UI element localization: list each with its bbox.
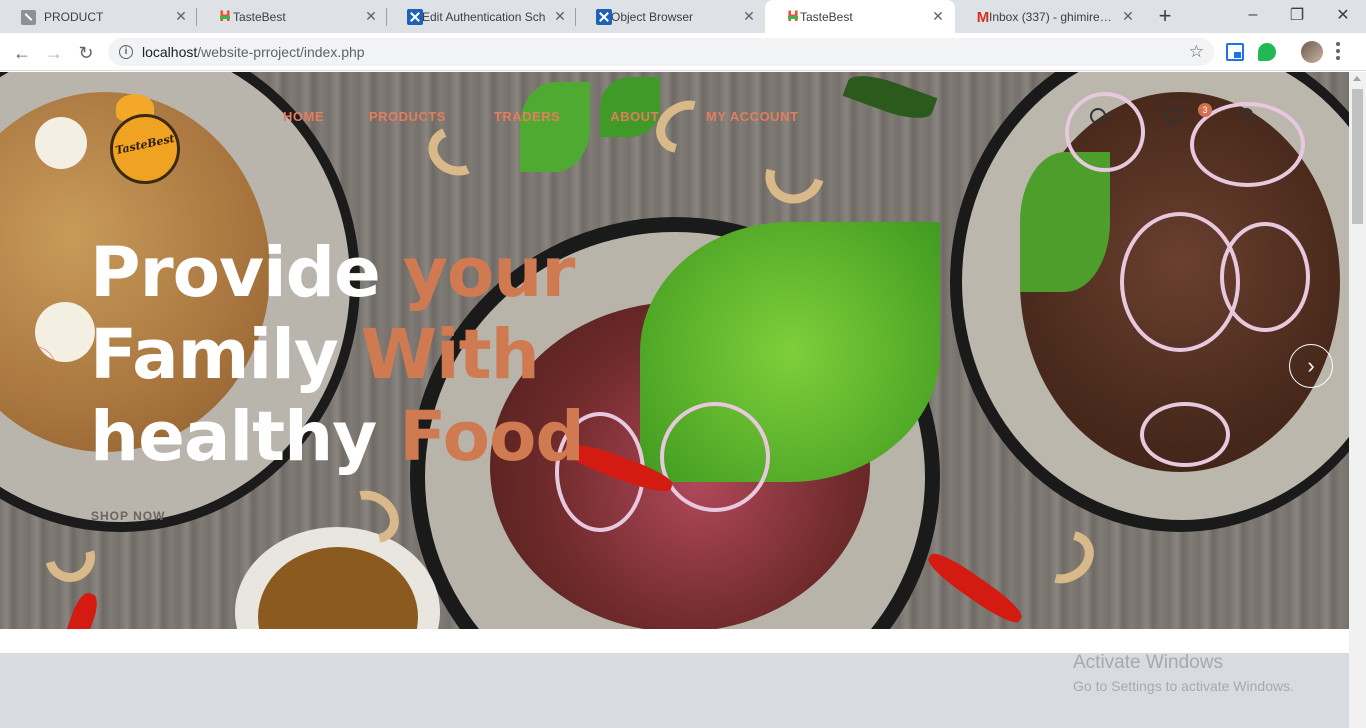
tab-close-icon[interactable]: ✕ [173,8,189,24]
tastebest-logo[interactable]: TasteBest [110,94,180,184]
apex-favicon-icon [407,9,423,25]
tab-label: Edit Authentication Sch [422,9,546,24]
tab-close-icon[interactable]: ✕ [741,8,757,24]
hero-slider: TasteBest HOME PRODUCTS TRADERS ABOUT MY… [0,72,1349,629]
scrollbar-thumb[interactable] [1352,89,1363,224]
scroll-up-arrow-icon[interactable] [1353,76,1361,81]
address-bar[interactable]: i localhost/website-prroject/index.php ☆ [108,38,1214,66]
onion-ring-image [1220,222,1310,332]
cashew-image [421,118,491,184]
forward-arrow-icon[interactable]: → [40,39,68,67]
nav-my-account[interactable]: MY ACCOUNT [706,109,798,124]
shop-now-button[interactable]: SHOP NOW [91,509,165,523]
tab-product[interactable]: PRODUCT ✕ [0,0,197,33]
page-scrollbar[interactable] [1349,72,1366,728]
slider-prev-button[interactable]: ‹ [12,346,56,390]
browser-toolbar: ← → ↻ i localhost/website-prroject/index… [0,33,1366,71]
tab-object-browser[interactable]: Object Browser ✕ [576,0,765,33]
browser-tab-strip: PRODUCT ✕ H TasteBest ✕ Edit Authenticat… [0,0,1366,33]
headline-line3-accent: Food [399,397,585,477]
windows-activation-title: Activate Windows [1073,652,1223,673]
cream-dollop-image [35,117,87,169]
headline-line2-accent: With [360,315,540,395]
chili-image [923,547,1027,629]
onion-ring-image [1140,402,1230,467]
tab-tastebest-active[interactable]: H TasteBest ✕ [765,0,955,33]
headline-line3-white: healthy [90,397,400,477]
page-viewport: TasteBest HOME PRODUCTS TRADERS ABOUT MY… [0,72,1349,728]
nav-home[interactable]: HOME [283,109,324,124]
reload-icon[interactable]: ↻ [72,39,100,67]
new-tab-button[interactable]: + [1154,5,1176,28]
lettuce-image [1020,152,1110,292]
tastebest-favicon-icon: H [787,9,799,25]
tab-tastebest-1[interactable]: H TasteBest ✕ [197,0,387,33]
bookmark-star-icon[interactable]: ☆ [1189,42,1204,62]
gmail-icon: M [976,8,990,26]
hero-headline: Provide your Family With healthy Food [90,232,585,478]
slider-next-button[interactable]: › [1289,344,1333,388]
windows-activation-subtitle: Go to Settings to activate Windows. [1073,678,1294,694]
apex-favicon-icon [596,9,612,25]
headline-line1-accent: your [402,233,576,313]
tab-close-icon[interactable]: ✕ [1120,8,1136,24]
url-text[interactable]: localhost/website-prroject/index.php [142,44,365,60]
evernote-extension-icon[interactable] [1258,43,1276,61]
tab-gmail-inbox[interactable]: M Inbox (337) - ghimiresat ✕ [955,0,1144,33]
close-window-button[interactable]: ✕ [1320,0,1366,30]
cashew-image [35,522,105,592]
nav-traders[interactable]: TRADERS [494,109,560,124]
tab-label: TasteBest [800,9,853,24]
tab-label: PRODUCT [44,9,104,24]
tab-label: TasteBest [233,9,286,24]
cashew-image [755,135,835,215]
tab-close-icon[interactable]: ✕ [552,8,568,24]
herb-leaf-image [520,82,590,172]
onion-ring-image [660,402,770,512]
browser-menu-icon[interactable] [1336,42,1340,60]
tastebest-favicon-icon: H [219,9,231,25]
cart-icon[interactable] [1166,108,1182,124]
main-nav: HOME PRODUCTS TRADERS ABOUT MY ACCOUNT [283,109,798,124]
onion-ring-image [1065,92,1145,172]
herb-leaf-image [600,77,660,137]
tab-close-icon[interactable]: ✕ [930,8,946,24]
url-path: /website-prroject/index.php [197,44,365,60]
document-icon [20,9,36,25]
nav-about[interactable]: ABOUT [610,109,659,124]
tab-edit-authentication[interactable]: Edit Authentication Sch ✕ [387,0,576,33]
profile-avatar[interactable] [1301,41,1323,63]
back-arrow-icon[interactable]: ← [8,39,36,67]
tab-label: Object Browser [611,9,694,24]
headline-line2-white: Family [90,315,361,395]
site-info-icon[interactable]: i [119,45,133,59]
cast-extension-icon[interactable] [1226,43,1244,61]
url-host: localhost [142,44,198,60]
restore-button[interactable]: ❐ [1274,0,1320,30]
chili-image [60,590,102,629]
cashew-image [1026,520,1104,594]
user-icon[interactable] [1090,108,1106,124]
minimize-button[interactable]: – [1230,0,1276,30]
tab-label: Inbox (337) - ghimiresat [989,9,1115,24]
headline-line1-white: Provide [90,233,403,313]
herb-leaf-image [842,72,938,127]
tab-close-icon[interactable]: ✕ [363,8,379,24]
search-icon[interactable] [1240,108,1253,121]
cart-count-badge: 3 [1198,103,1212,117]
nav-products[interactable]: PRODUCTS [369,109,446,124]
